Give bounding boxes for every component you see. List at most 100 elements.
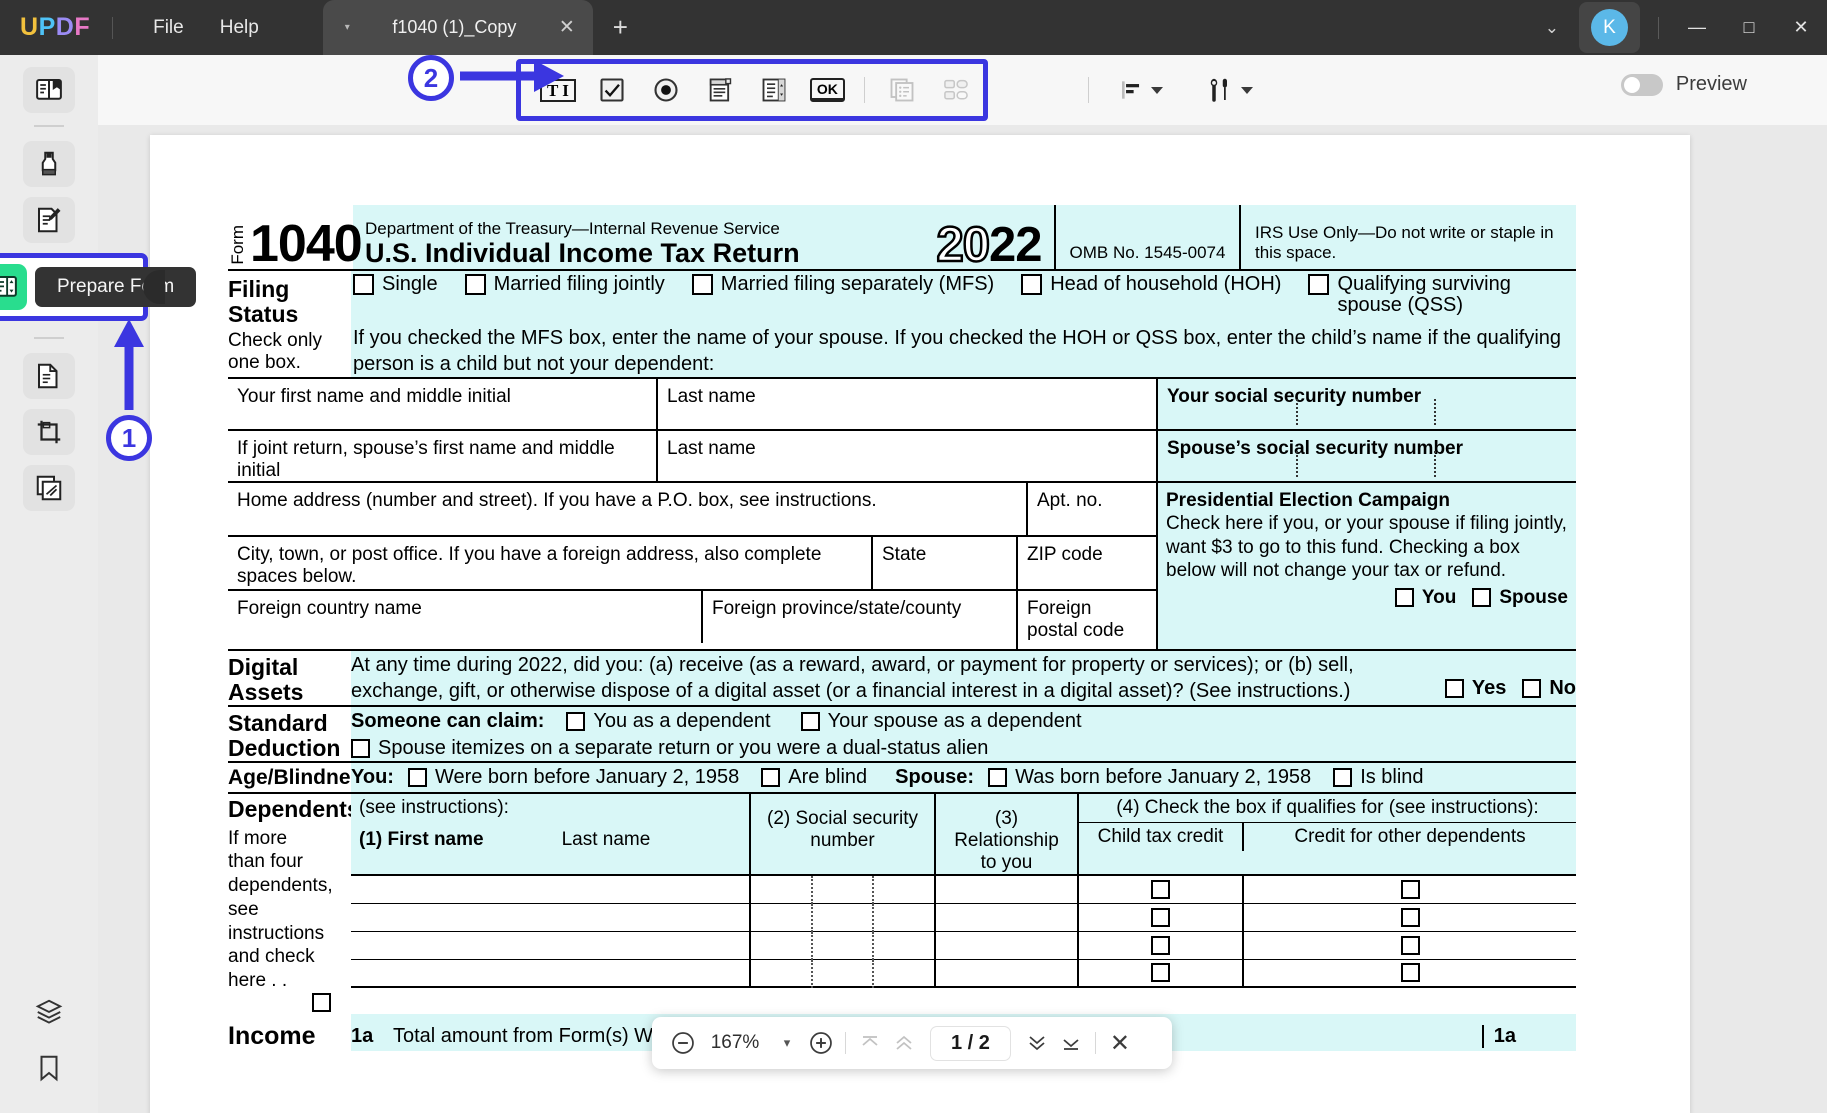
sidebar-item-comment[interactable]: [23, 141, 75, 187]
first-page-button[interactable]: [853, 1026, 887, 1060]
form-tools-button[interactable]: [1197, 69, 1261, 111]
zoom-in-button[interactable]: [804, 1026, 838, 1060]
document-viewport[interactable]: Form 1040 Department of the Treasury—Int…: [98, 125, 1827, 1113]
tool-list-box[interactable]: [751, 68, 797, 112]
sidebar-item-edit-pdf[interactable]: [23, 197, 75, 243]
zoom-value[interactable]: 167%: [708, 1032, 762, 1054]
sd-you-dependent[interactable]: You as a dependent: [566, 710, 770, 733]
field-spouse-last-name[interactable]: Last name: [658, 431, 1158, 481]
checkbox[interactable]: [988, 768, 1007, 787]
sd-itemizes[interactable]: Spouse itemizes on a separate return or …: [351, 737, 988, 760]
checkbox[interactable]: [1151, 936, 1170, 955]
digital-assets-no[interactable]: No: [1522, 677, 1576, 700]
checkbox[interactable]: [1151, 963, 1170, 982]
tool-duplicate-fields[interactable]: [879, 68, 925, 112]
pdf-page[interactable]: Form 1040 Department of the Treasury—Int…: [150, 135, 1690, 1113]
sidebar-item-crop[interactable]: [23, 409, 75, 455]
checkbox[interactable]: [1308, 274, 1329, 295]
next-page-button[interactable]: [1020, 1026, 1054, 1060]
field-city[interactable]: City, town, or post office. If you have …: [228, 537, 873, 589]
checkbox[interactable]: [1333, 768, 1352, 787]
checkbox[interactable]: [351, 739, 370, 758]
zoom-out-button[interactable]: [666, 1026, 700, 1060]
checkbox[interactable]: [1401, 936, 1420, 955]
pec-spouse[interactable]: Spouse: [1472, 586, 1568, 609]
chevron-down-icon[interactable]: ⌄: [1531, 10, 1573, 46]
zoom-dropdown-caret[interactable]: ▾: [770, 1026, 804, 1060]
checkbox[interactable]: [1395, 588, 1414, 607]
sidebar-item-reader[interactable]: [23, 67, 75, 113]
table-row[interactable]: [351, 960, 1576, 988]
minimize-button[interactable]: —: [1671, 8, 1723, 48]
field-foreign-postal[interactable]: Foreign postal code: [1018, 591, 1158, 649]
checkbox[interactable]: [1021, 274, 1042, 295]
checkbox[interactable]: [1522, 679, 1541, 698]
toggle-switch[interactable]: [1621, 74, 1663, 96]
checkbox[interactable]: [1151, 908, 1170, 927]
checkbox[interactable]: [801, 712, 820, 731]
tool-radio-button[interactable]: [643, 68, 689, 112]
filing-option-mfs[interactable]: Married filing separately (MFS): [692, 274, 994, 295]
filing-option-mfj[interactable]: Married filing jointly: [465, 274, 665, 295]
field-home-address[interactable]: Home address (number and street). If you…: [228, 483, 1028, 535]
tool-push-button[interactable]: OK: [804, 68, 850, 112]
tool-combo-box[interactable]: [697, 68, 743, 112]
checkbox[interactable]: [353, 274, 374, 295]
last-page-button[interactable]: [1054, 1026, 1088, 1060]
field-foreign-country[interactable]: Foreign country name: [228, 591, 703, 643]
tool-multiple-copies[interactable]: [933, 68, 979, 112]
sidebar-item-organize[interactable]: [23, 353, 75, 399]
dependents-more-checkbox[interactable]: [312, 993, 331, 1012]
table-row[interactable]: [351, 876, 1576, 904]
filing-option-hoh[interactable]: Head of household (HOH): [1021, 274, 1281, 295]
checkbox[interactable]: [1445, 679, 1464, 698]
window-close-button[interactable]: ✕: [1775, 8, 1827, 48]
table-row[interactable]: [351, 932, 1576, 960]
menu-file[interactable]: File: [135, 11, 202, 45]
field-spouse-name[interactable]: If joint return, spouse’s first name and…: [228, 431, 658, 481]
checkbox[interactable]: [761, 768, 780, 787]
ab-you-blind[interactable]: Are blind: [761, 766, 867, 789]
field-apt-no[interactable]: Apt. no.: [1028, 483, 1158, 535]
tool-check-box[interactable]: [589, 68, 635, 112]
new-tab-button[interactable]: +: [613, 12, 628, 43]
field-spouse-ssn[interactable]: Spouse’s social security number: [1158, 431, 1576, 481]
checkbox[interactable]: [1401, 963, 1420, 982]
sidebar-item-layers[interactable]: [23, 989, 75, 1035]
sidebar-item-prepare-form[interactable]: Prepare Form: [0, 253, 148, 321]
sd-spouse-dependent[interactable]: Your spouse as a dependent: [801, 710, 1082, 733]
checkbox[interactable]: [692, 274, 713, 295]
close-icon[interactable]: ✕: [559, 16, 575, 39]
table-row[interactable]: [351, 904, 1576, 932]
checkbox[interactable]: [408, 768, 427, 787]
checkbox[interactable]: [566, 712, 585, 731]
ab-spouse-born[interactable]: Was born before January 2, 1958: [988, 766, 1311, 789]
field-zip[interactable]: ZIP code: [1018, 537, 1158, 589]
document-tab[interactable]: ▾ f1040 (1)_Copy ✕: [323, 0, 593, 55]
field-your-ssn[interactable]: Your social security number: [1158, 379, 1576, 429]
account-button[interactable]: K: [1579, 2, 1640, 53]
field-foreign-province[interactable]: Foreign province/state/county: [703, 591, 1018, 649]
ab-spouse-blind[interactable]: Is blind: [1333, 766, 1423, 789]
maximize-button[interactable]: □: [1723, 8, 1775, 48]
sidebar-item-protect[interactable]: [23, 465, 75, 511]
field-your-name[interactable]: Your first name and middle initial: [228, 379, 658, 429]
close-pagebar-button[interactable]: ✕: [1103, 1026, 1137, 1060]
checkbox[interactable]: [1151, 880, 1170, 899]
checkbox[interactable]: [1401, 908, 1420, 927]
pec-you[interactable]: You: [1395, 586, 1456, 609]
page-indicator[interactable]: 1 / 2: [931, 1027, 1010, 1060]
checkbox[interactable]: [465, 274, 486, 295]
filing-option-single[interactable]: Single: [353, 274, 438, 295]
checkbox[interactable]: [1401, 880, 1420, 899]
sidebar-item-bookmark[interactable]: [23, 1045, 75, 1091]
checkbox[interactable]: [1472, 588, 1491, 607]
align-fields-button[interactable]: [1111, 71, 1171, 109]
digital-assets-yes[interactable]: Yes: [1445, 677, 1506, 700]
ab-you-born[interactable]: Were born before January 2, 1958: [408, 766, 739, 789]
prev-page-button[interactable]: [887, 1026, 921, 1060]
filing-option-qss[interactable]: Qualifying surviving spouse (QSS): [1308, 274, 1510, 316]
preview-toggle[interactable]: Preview: [1621, 73, 1747, 96]
field-state[interactable]: State: [873, 537, 1018, 589]
tool-text-field[interactable]: T I: [535, 68, 581, 112]
